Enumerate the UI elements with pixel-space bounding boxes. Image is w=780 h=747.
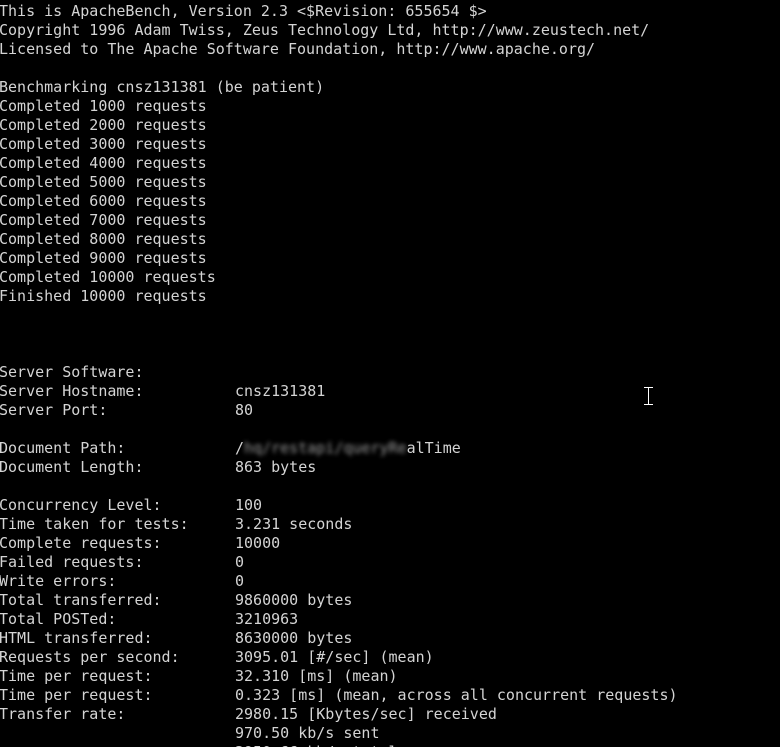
ab-copyright-line: Copyright 1996 Adam Twiss, Zeus Technolo…: [0, 21, 650, 39]
transfer-rate-sent-row: 970.50 kb/s sent: [0, 724, 780, 743]
benchmarking-line: Benchmarking cnsz131381 (be patient): [0, 78, 325, 96]
document-path-prefix: /: [235, 439, 245, 457]
time-per-request-concurrent-row: Time per request: 0.323 [ms] (mean, acros…: [0, 686, 780, 705]
completed-line-6000: Completed 6000 requests: [0, 192, 207, 210]
document-path-label: Document Path:: [0, 439, 126, 457]
transfer-rate-sent-value: 970.50 kb/s sent: [235, 724, 380, 742]
complete-requests-row: Complete requests: 10000: [0, 534, 780, 553]
ab-version-line: This is ApacheBench, Version 2.3 <$Revis…: [0, 2, 487, 20]
total-posted-row: Total POSTed: 3210963: [0, 610, 780, 629]
total-transferred-value: 9860000 bytes: [235, 591, 353, 609]
total-transferred-row: Total transferred: 9860000 bytes: [0, 591, 780, 610]
transfer-rate-sent-label-spacer: [0, 724, 235, 743]
document-path-value: /hq/restapi/queryRealTime: [235, 439, 461, 457]
time-per-request-mean-value: 32.310 [ms] (mean): [235, 667, 398, 685]
document-path-row: Document Path: /hq/restapi/queryRealTime: [0, 439, 780, 458]
document-length-row: Document Length: 863 bytes: [0, 458, 780, 477]
server-port-row: Server Port: 80: [0, 401, 780, 420]
html-transferred-label: HTML transferred:: [0, 629, 153, 647]
time-per-request-concurrent-label: Time per request:: [0, 686, 153, 704]
terminal-output: This is ApacheBench, Version 2.3 <$Revis…: [0, 2, 780, 747]
time-per-request-concurrent-value: 0.323 [ms] (mean, across all concurrent …: [235, 686, 678, 704]
concurrency-level-label: Concurrency Level:: [0, 496, 162, 514]
transfer-rate-received-row: Transfer rate: 2980.15 [Kbytes/sec] recei…: [0, 705, 780, 724]
time-taken-label: Time taken for tests:: [0, 515, 189, 533]
completed-line-9000: Completed 9000 requests: [0, 249, 207, 267]
write-errors-value: 0: [235, 572, 245, 590]
server-hostname-row: Server Hostname: cnsz131381: [0, 382, 780, 401]
completed-line-1000: Completed 1000 requests: [0, 97, 207, 115]
document-length-value: 863 bytes: [235, 458, 317, 476]
server-software-label: Server Software:: [0, 363, 144, 381]
time-per-request-mean-row: Time per request: 32.310 [ms] (mean): [0, 667, 780, 686]
html-transferred-value: 8630000 bytes: [235, 629, 353, 647]
transfer-rate-received-value: 2980.15 [Kbytes/sec] received: [235, 705, 497, 723]
server-software-row: Server Software:: [0, 363, 780, 382]
html-transferred-row: HTML transferred: 8630000 bytes: [0, 629, 780, 648]
complete-requests-value: 10000: [235, 534, 281, 552]
total-posted-value: 3210963: [235, 610, 299, 628]
requests-per-second-label: Requests per second:: [0, 648, 180, 666]
complete-requests-label: Complete requests:: [0, 534, 162, 552]
time-taken-row: Time taken for tests: 3.231 seconds: [0, 515, 780, 534]
completed-line-7000: Completed 7000 requests: [0, 211, 207, 229]
completed-line-4000: Completed 4000 requests: [0, 154, 207, 172]
transfer-rate-total-label-spacer: [0, 743, 235, 747]
time-taken-value: 3.231 seconds: [235, 515, 353, 533]
failed-requests-row: Failed requests: 0: [0, 553, 780, 572]
total-transferred-label: Total transferred:: [0, 591, 162, 609]
concurrency-level-value: 100: [235, 496, 263, 514]
document-path-redacted-segment: hq/restapi/queryRe: [244, 439, 407, 457]
server-port-label: Server Port:: [0, 401, 108, 419]
write-errors-label: Write errors:: [0, 572, 117, 590]
completed-line-10000: Completed 10000 requests: [0, 268, 216, 286]
failed-requests-value: 0: [235, 553, 245, 571]
requests-per-second-row: Requests per second: 3095.01 [#/sec] (mea…: [0, 648, 780, 667]
transfer-rate-total-value: 3950.66 kb/s total: [235, 743, 398, 747]
ab-license-line: Licensed to The Apache Software Foundati…: [0, 40, 596, 58]
requests-per-second-value: 3095.01 [#/sec] (mean): [235, 648, 434, 666]
completed-line-3000: Completed 3000 requests: [0, 135, 207, 153]
server-hostname-value: cnsz131381: [235, 382, 326, 400]
finished-line: Finished 10000 requests: [0, 287, 207, 305]
completed-line-5000: Completed 5000 requests: [0, 173, 207, 191]
write-errors-row: Write errors: 0: [0, 572, 780, 591]
document-length-label: Document Length:: [0, 458, 144, 476]
completed-line-2000: Completed 2000 requests: [0, 116, 207, 134]
time-per-request-mean-label: Time per request:: [0, 667, 153, 685]
document-path-suffix: alTime: [406, 439, 461, 457]
terminal-window[interactable]: This is ApacheBench, Version 2.3 <$Revis…: [0, 0, 780, 747]
transfer-rate-label: Transfer rate:: [0, 705, 126, 723]
server-hostname-label: Server Hostname:: [0, 382, 144, 400]
concurrency-level-row: Concurrency Level: 100: [0, 496, 780, 515]
server-port-value: 80: [235, 401, 254, 419]
completed-line-8000: Completed 8000 requests: [0, 230, 207, 248]
failed-requests-label: Failed requests:: [0, 553, 144, 571]
total-posted-label: Total POSTed:: [0, 610, 117, 628]
transfer-rate-total-row: 3950.66 kb/s total: [0, 743, 780, 747]
